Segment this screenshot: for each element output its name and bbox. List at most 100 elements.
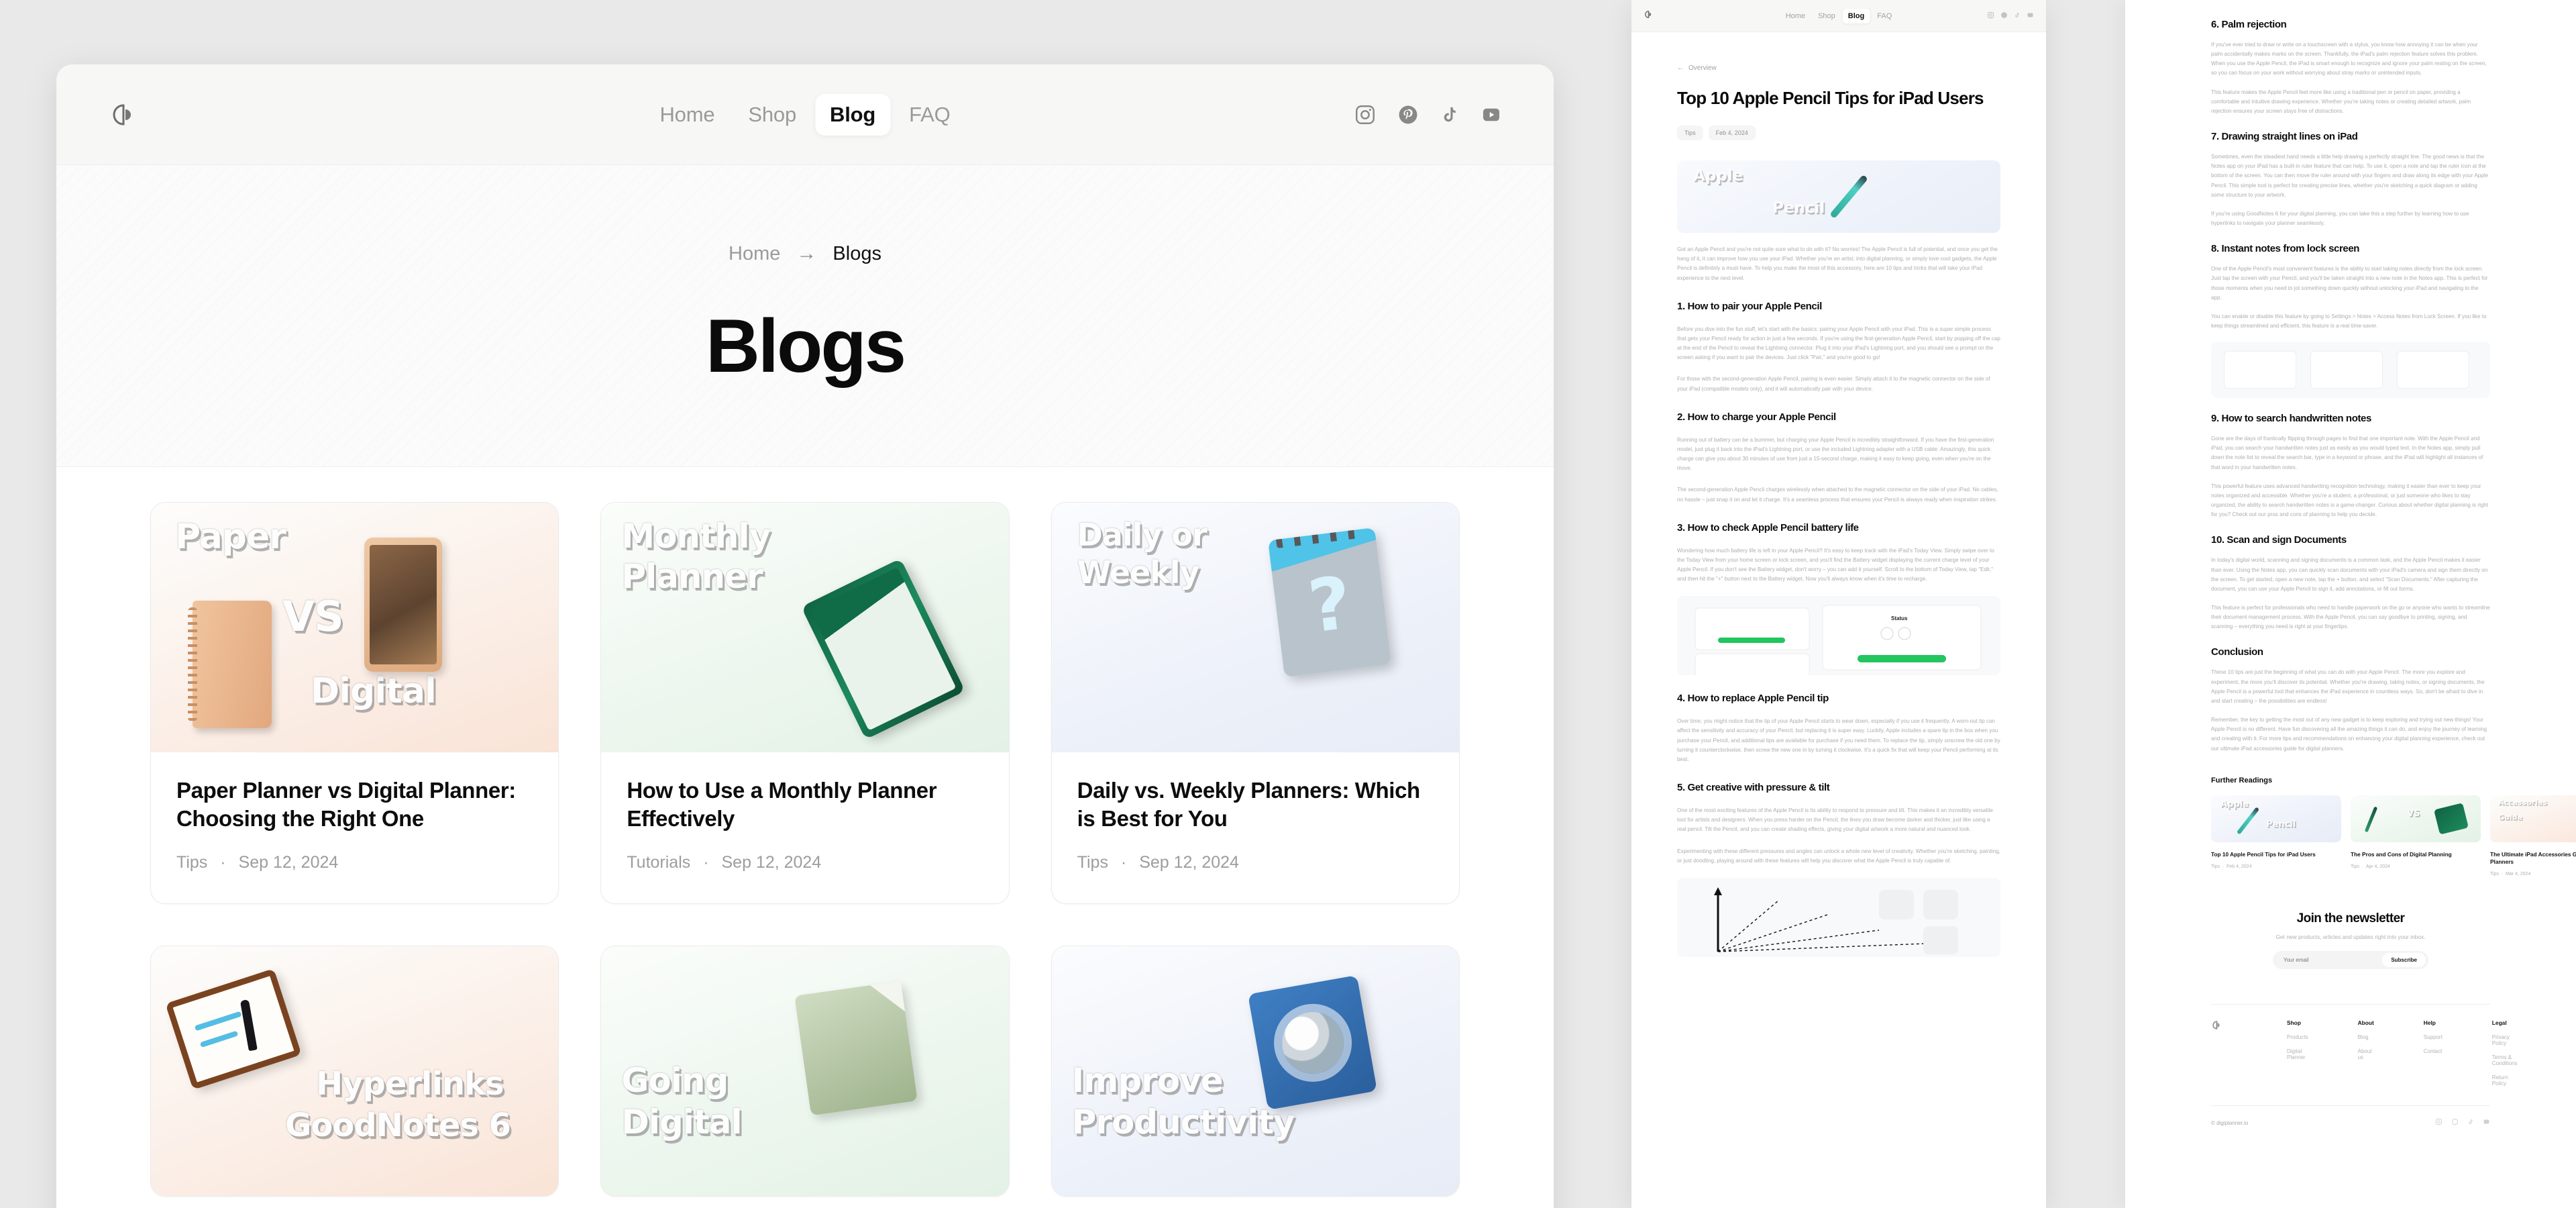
gear-tablet-illustration	[1247, 975, 1377, 1111]
nav-item-home[interactable]: Home	[1780, 9, 1811, 23]
footer-link[interactable]: Products	[2287, 1034, 2308, 1040]
article-social-links	[1987, 10, 2034, 22]
thumb-text-line: Weekly	[1077, 554, 1200, 591]
apple-pencil-illustration	[2236, 806, 2260, 835]
further-readings-list: Apple Pencil Top 10 Apple Pencil Tips fo…	[2211, 795, 2576, 876]
article-paragraph: In today's digital world, scanning and s…	[2211, 557, 2488, 592]
instagram-icon[interactable]	[1987, 10, 1994, 22]
blog-card[interactable]: Hyperlinks GoodNotes 6	[150, 946, 559, 1197]
social-links	[1354, 103, 1503, 126]
status-badge: Tips	[1677, 125, 1703, 141]
article-hero-image: Apple Pencil	[1677, 160, 2000, 234]
further-reading-card[interactable]: Accessories Guide The Ultimate iPad Acce…	[2490, 795, 2576, 876]
split-circle-logo-icon[interactable]	[107, 99, 140, 131]
screenshot-stage: Home Shop Blog FAQ Home → Blogs Blogs Pa…	[0, 0, 2576, 1208]
article-paragraph: Over time, you might notice that the tip…	[1677, 718, 2000, 762]
further-reading-submeta: Tips · Feb 4, 2024	[2211, 864, 2252, 869]
breadcrumb-arrow-icon: →	[796, 242, 817, 264]
newsletter-form: Subscribe	[2273, 951, 2428, 970]
tiktok-icon[interactable]	[2467, 1117, 2474, 1129]
blog-card[interactable]: Going Digital	[600, 946, 1010, 1197]
site-footer: Shop Products Digital Planner About Blog…	[2211, 1004, 2518, 1087]
footer-heading: About	[2357, 1019, 2374, 1027]
page-hero: Home → Blogs Blogs	[56, 165, 1554, 467]
thumb-text-line: Planner	[621, 557, 763, 596]
tiktok-icon[interactable]	[1440, 103, 1460, 126]
further-reading-title[interactable]: Top 10 Apple Pencil Tips for iPad Users	[2211, 851, 2341, 858]
further-reading-title[interactable]: The Ultimate iPad Accessories Guide for …	[2490, 851, 2576, 866]
article-paragraph: This powerful feature uses advanced hand…	[2211, 483, 2489, 518]
footer-link[interactable]: Return Policy	[2492, 1074, 2518, 1087]
footer-link[interactable]: About us	[2358, 1048, 2374, 1060]
blog-card-thumbnail: Monthly Planner	[601, 503, 1009, 752]
hero-text-line: Apple	[1693, 167, 1743, 185]
blog-card-thumbnail: Paper VS Digital	[151, 503, 559, 752]
pinterest-icon[interactable]	[2000, 10, 2008, 22]
article-paragraph: Experimenting with these different press…	[1677, 848, 2000, 864]
blog-card-title[interactable]: How to Use a Monthly Planner Effectively	[627, 776, 983, 833]
nav-item-faq[interactable]: FAQ	[1872, 9, 1897, 23]
nav-item-shop[interactable]: Shop	[1813, 9, 1841, 23]
further-reading-title[interactable]: The Pros and Cons of Digital Planning	[2351, 851, 2481, 858]
blog-card[interactable]: Monthly Planner How to Use a Monthly Pla…	[600, 502, 1010, 905]
newsletter-subtitle: Get new products, articles and updates r…	[2275, 934, 2426, 941]
article-conclusion-heading: Conclusion	[2211, 646, 2263, 658]
article-title: Top 10 Apple Pencil Tips for iPad Users	[1677, 88, 1984, 108]
pinterest-icon[interactable]	[1397, 103, 1419, 126]
thumb-text-line: Digital	[311, 671, 437, 711]
blog-card-category: Tips	[176, 853, 208, 872]
blog-card[interactable]: Paper VS Digital Paper Planner vs Digita…	[150, 502, 559, 905]
article-paragraph: Sometimes, even the steadiest hand needs…	[2211, 154, 2489, 198]
article-section-heading: 6. Palm rejection	[2211, 19, 2287, 30]
footer-link[interactable]: Blog	[2358, 1034, 2374, 1040]
blog-card-title[interactable]: Paper Planner vs Digital Planner: Choosi…	[176, 776, 533, 833]
youtube-icon[interactable]	[1480, 103, 1503, 126]
tiktok-icon[interactable]	[2014, 10, 2021, 22]
pinterest-icon[interactable]	[2451, 1117, 2459, 1129]
subscribe-button[interactable]: Subscribe	[2382, 953, 2426, 968]
footer-link[interactable]: Support	[2424, 1034, 2443, 1040]
split-circle-logo-icon[interactable]	[2211, 1019, 2222, 1087]
blog-card[interactable]: Improve Productivity	[1051, 946, 1460, 1197]
thumb-text-line: Pencil	[2266, 819, 2296, 829]
breadcrumb-home[interactable]: Home	[729, 243, 780, 265]
copyright-text: © digiplanner.io	[2211, 1119, 2249, 1126]
blog-listing-window: Home Shop Blog FAQ Home → Blogs Blogs Pa…	[56, 64, 1554, 1208]
article-figure	[1677, 877, 2000, 957]
page-title: Blogs	[705, 303, 906, 388]
instagram-icon[interactable]	[2435, 1117, 2443, 1129]
article-body: ← Overview Top 10 Apple Pencil Tips for …	[1631, 32, 2046, 957]
back-to-overview-link[interactable]: ← Overview	[1677, 64, 2000, 72]
footer-link[interactable]: Terms & Conditions	[2492, 1054, 2518, 1066]
youtube-icon[interactable]	[2027, 10, 2034, 22]
article-window: Home Shop Blog FAQ ← Overview Top 10 App…	[1631, 0, 2046, 1208]
nav-item-shop[interactable]: Shop	[733, 94, 811, 136]
footer-link[interactable]: Privacy Policy	[2492, 1034, 2518, 1046]
nav-item-blog[interactable]: Blog	[815, 93, 891, 136]
instagram-icon[interactable]	[1354, 103, 1377, 126]
thumb-text-line: GoodNotes 6	[285, 1107, 511, 1145]
breadcrumb-current: Blogs	[833, 242, 881, 264]
further-readings-title: Further Readings	[2211, 776, 2273, 785]
blog-card-date: Sep 12, 2024	[721, 853, 822, 872]
footer-link[interactable]: Digital Planner	[2287, 1048, 2308, 1060]
split-circle-logo-icon[interactable]	[1644, 9, 1654, 23]
thumb-text-line: Productivity	[1071, 1103, 1295, 1142]
article-paragraph: You can enable or disable this feature b…	[2211, 313, 2487, 329]
footer-column-legal: Legal Privacy Policy Terms & Conditions …	[2492, 1019, 2518, 1087]
article-tags: Tips Feb 4, 2024	[1677, 125, 2000, 141]
blog-card-category: Tutorials	[627, 853, 691, 872]
further-reading-submeta: Tips · Apr 4, 2024	[2351, 864, 2390, 869]
youtube-icon[interactable]	[2483, 1117, 2490, 1129]
footer-column-help: Help Support Contact	[2424, 1019, 2443, 1087]
nav-item-home[interactable]: Home	[645, 94, 729, 136]
email-field[interactable]	[2284, 957, 2383, 964]
blog-card[interactable]: Daily or Weekly ? Daily vs. Weekly Plann…	[1051, 502, 1460, 905]
blog-card-title[interactable]: Daily vs. Weekly Planners: Which is Best…	[1077, 776, 1434, 833]
further-reading-card[interactable]: VS The Pros and Cons of Digital Planning…	[2351, 795, 2481, 876]
further-reading-card[interactable]: Apple Pencil Top 10 Apple Pencil Tips fo…	[2211, 795, 2341, 876]
nav-item-faq[interactable]: FAQ	[894, 94, 965, 136]
footer-link[interactable]: Contact	[2424, 1048, 2443, 1054]
nav-item-blog[interactable]: Blog	[1842, 8, 1870, 23]
article-paragraph: For those with the second-generation App…	[1677, 376, 1990, 392]
